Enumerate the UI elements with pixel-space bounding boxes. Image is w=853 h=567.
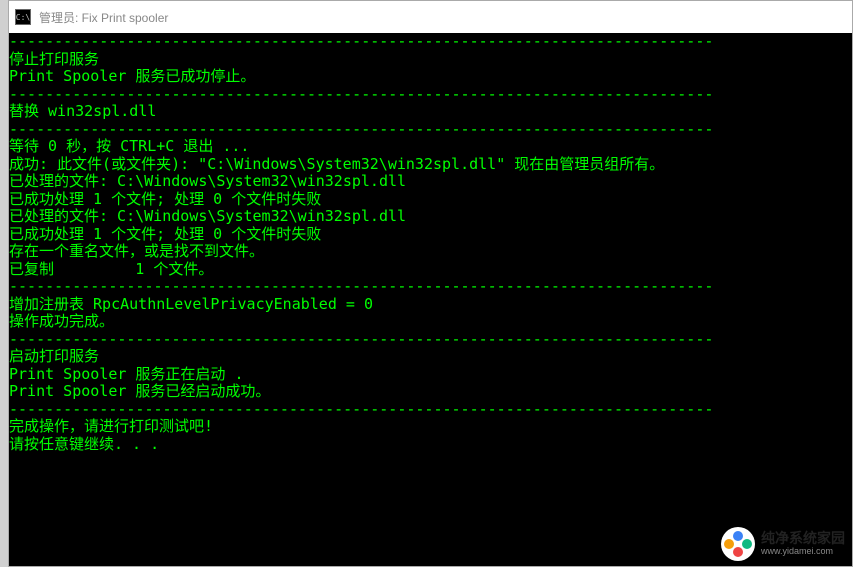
console-line: 已处理的文件: C:\Windows\System32\win32spl.dll bbox=[9, 208, 852, 226]
cmd-icon: C:\ bbox=[15, 9, 31, 25]
console-line: 等待 0 秒，按 CTRL+C 退出 ... bbox=[9, 138, 852, 156]
watermark-url: www.yidamei.com bbox=[761, 547, 845, 557]
console-line: Print Spooler 服务已成功停止。 bbox=[9, 68, 852, 86]
console-line: ----------------------------------------… bbox=[9, 121, 852, 139]
console-line: 已成功处理 1 个文件; 处理 0 个文件时失败 bbox=[9, 226, 852, 244]
watermark: 纯净系统家园 www.yidamei.com bbox=[721, 527, 845, 561]
console-line: 增加注册表 RpcAuthnLevelPrivacyEnabled = 0 bbox=[9, 296, 852, 314]
console-line: 停止打印服务 bbox=[9, 51, 852, 69]
console-line: 启动打印服务 bbox=[9, 348, 852, 366]
console-line: ----------------------------------------… bbox=[9, 33, 852, 51]
console-line: 成功: 此文件(或文件夹): "C:\Windows\System32\win3… bbox=[9, 156, 852, 174]
console-line: Print Spooler 服务正在启动 . bbox=[9, 366, 852, 384]
console-line: Print Spooler 服务已经启动成功。 bbox=[9, 383, 852, 401]
titlebar[interactable]: C:\ 管理员: Fix Print spooler bbox=[9, 1, 852, 33]
console-line: ----------------------------------------… bbox=[9, 331, 852, 349]
console-line: 已复制 1 个文件。 bbox=[9, 261, 852, 279]
watermark-logo-icon bbox=[721, 527, 755, 561]
console-line: ----------------------------------------… bbox=[9, 86, 852, 104]
console-line: ----------------------------------------… bbox=[9, 401, 852, 419]
watermark-name: 纯净系统家园 bbox=[761, 531, 845, 546]
console-line: 完成操作，请进行打印测试吧! bbox=[9, 418, 852, 436]
console-line: 请按任意键继续. . . bbox=[9, 436, 852, 454]
console-line: 存在一个重名文件，或是找不到文件。 bbox=[9, 243, 852, 261]
console-line: ----------------------------------------… bbox=[9, 278, 852, 296]
window-title: 管理员: Fix Print spooler bbox=[39, 9, 168, 26]
console-line: 已成功处理 1 个文件; 处理 0 个文件时失败 bbox=[9, 191, 852, 209]
console-window: C:\ 管理员: Fix Print spooler -------------… bbox=[8, 0, 853, 567]
console-output[interactable]: ----------------------------------------… bbox=[9, 33, 852, 566]
console-line: 替换 win32spl.dll bbox=[9, 103, 852, 121]
console-line: 操作成功完成。 bbox=[9, 313, 852, 331]
console-line: 已处理的文件: C:\Windows\System32\win32spl.dll bbox=[9, 173, 852, 191]
